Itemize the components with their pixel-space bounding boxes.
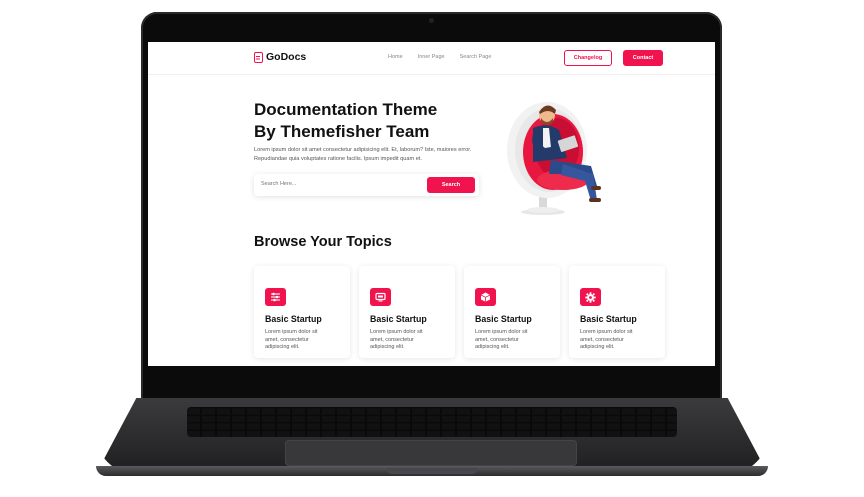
card-text: Lorem ipsum dolor sit amet, consectetur … [370,329,423,350]
card-text: Lorem ipsum dolor sit amet, consectetur … [580,329,633,350]
cube-icon [475,288,496,306]
topic-card[interactable]: Basic Startup Lorem ipsum dolor sit amet… [569,266,665,358]
card-title: Basic Startup [265,314,322,324]
laptop-screen: GoDocs Home Inner Page Search Page Chang… [148,42,715,366]
webcam [429,18,434,23]
card-title: Basic Startup [475,314,532,324]
hero-illustration [507,102,601,215]
nav-link-home[interactable]: Home [388,54,403,60]
trackpad [285,440,577,466]
topics-heading: Browse Your Topics [254,234,392,250]
hero-title-line2: By Themefisher Team [254,122,430,141]
nav-link-search-page[interactable]: Search Page [460,54,492,60]
contact-button[interactable]: Contact [623,50,663,66]
keyboard [187,407,677,437]
monitor-icon [370,288,391,306]
hero-description: Lorem ipsum dolor sit amet consectetur a… [254,147,472,162]
site-logo[interactable]: GoDocs [254,51,306,63]
nav-links: Home Inner Page Search Page [388,54,491,60]
topic-card[interactable]: Basic Startup Lorem ipsum dolor sit amet… [254,266,350,358]
search-button[interactable]: Search [427,177,475,193]
topic-card[interactable]: Basic Startup Lorem ipsum dolor sit amet… [464,266,560,358]
hero-title: Documentation Theme By Themefisher Team [254,99,494,143]
top-navbar: GoDocs Home Inner Page Search Page Chang… [148,42,715,75]
gear-icon [580,288,601,306]
card-title: Basic Startup [370,314,427,324]
document-icon [254,51,263,63]
changelog-button[interactable]: Changelog [564,50,612,66]
topic-card[interactable]: Basic Startup Lorem ipsum dolor sit amet… [359,266,455,358]
topic-cards: Basic Startup Lorem ipsum dolor sit amet… [254,266,665,358]
sliders-icon [265,288,286,306]
nav-link-inner-page[interactable]: Inner Page [418,54,445,60]
search-input[interactable] [261,181,411,187]
hero-search-box: Search [254,174,479,196]
hero-title-line1: Documentation Theme [254,100,438,119]
lid-notch [386,468,478,474]
logo-text: GoDocs [266,51,307,63]
card-text: Lorem ipsum dolor sit amet, consectetur … [475,329,528,350]
card-title: Basic Startup [580,314,637,324]
card-text: Lorem ipsum dolor sit amet, consectetur … [265,329,318,350]
